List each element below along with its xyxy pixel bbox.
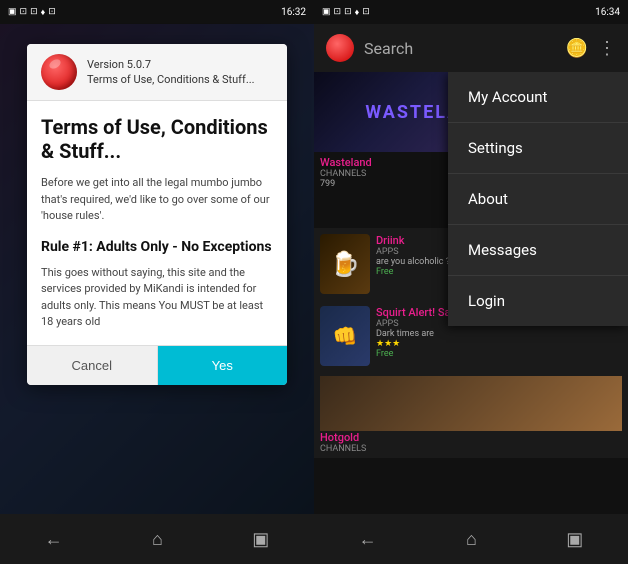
- hotgold-subtitle: CHANNELS: [320, 444, 622, 454]
- dialog-rule-text: This goes without saying, this site and …: [41, 265, 273, 331]
- left-panel: ▣⊡⊡♦⊡ 16:32 Version 5.0.7 Terms of Use, …: [0, 0, 314, 564]
- right-status-bar: ▣⊡⊡♦⊡ 16:34: [314, 0, 628, 24]
- left-status-icons: ▣⊡⊡♦⊡: [8, 7, 56, 18]
- back-icon[interactable]: ←: [45, 529, 63, 550]
- right-back-icon[interactable]: ←: [359, 529, 377, 550]
- hotgold-item: Hotgold CHANNELS: [314, 372, 628, 458]
- right-panel: ▣⊡⊡♦⊡ 16:34 Search 🪙 ⋮ WASTELAND Wastela…: [314, 0, 628, 564]
- dropdown-item-login[interactable]: Login: [448, 276, 628, 326]
- dialog-version: Version 5.0.7: [87, 57, 255, 72]
- toolbar-app-logo: [326, 34, 354, 62]
- hotgold-image: [320, 376, 622, 431]
- recent-icon[interactable]: ▣: [252, 529, 269, 550]
- dropdown-item-my-account[interactable]: My Account: [448, 72, 628, 123]
- left-nav-bar: ← ⌂ ▣: [0, 514, 314, 564]
- dropdown-item-about[interactable]: About: [448, 174, 628, 225]
- app-logo: [41, 54, 77, 90]
- more-icon[interactable]: ⋮: [598, 38, 616, 59]
- right-toolbar: Search 🪙 ⋮: [314, 24, 628, 72]
- dialog-overlay: Version 5.0.7 Terms of Use, Conditions &…: [0, 24, 314, 514]
- squirt-stars: ★★★: [376, 339, 622, 349]
- squirt-image: 👊: [320, 306, 370, 366]
- dialog-header-subtitle: Terms of Use, Conditions & Stuff...: [87, 72, 255, 87]
- right-content: WASTELAND Wasteland CHANNELS 799 👤 Kamas…: [314, 72, 628, 514]
- right-home-icon[interactable]: ⌂: [466, 529, 477, 550]
- yes-button[interactable]: Yes: [158, 346, 288, 385]
- dialog-rule-title: Rule #1: Adults Only - No Exceptions: [41, 239, 273, 255]
- dialog-title: Terms of Use, Conditions & Stuff...: [41, 115, 273, 163]
- left-status-bar: ▣⊡⊡♦⊡ 16:32: [0, 0, 314, 24]
- dialog-header-text: Version 5.0.7 Terms of Use, Conditions &…: [87, 57, 255, 88]
- terms-dialog: Version 5.0.7 Terms of Use, Conditions &…: [27, 44, 287, 385]
- search-text[interactable]: Search: [364, 39, 556, 58]
- left-time: 16:32: [281, 7, 306, 18]
- home-icon[interactable]: ⌂: [152, 529, 163, 550]
- squirt-price: Free: [376, 349, 622, 359]
- squirt-desc: Dark times are: [376, 329, 622, 339]
- hotgold-title: Hotgold: [320, 431, 622, 444]
- right-recent-icon[interactable]: ▣: [566, 529, 583, 550]
- cancel-button[interactable]: Cancel: [27, 346, 158, 385]
- dialog-body-text: Before we get into all the legal mumbo j…: [41, 175, 273, 225]
- right-nav-bar: ← ⌂ ▣: [314, 514, 628, 564]
- dropdown-item-messages[interactable]: Messages: [448, 225, 628, 276]
- drink-image: 🍺: [320, 234, 370, 294]
- coins-icon: 🪙: [566, 38, 588, 59]
- dropdown-menu: My Account Settings About Messages Login: [448, 72, 628, 326]
- dialog-header: Version 5.0.7 Terms of Use, Conditions &…: [27, 44, 287, 101]
- dropdown-item-settings[interactable]: Settings: [448, 123, 628, 174]
- dialog-actions: Cancel Yes: [27, 345, 287, 385]
- right-status-icons: ▣⊡⊡♦⊡: [322, 7, 370, 18]
- right-time: 16:34: [595, 7, 620, 18]
- dialog-body: Terms of Use, Conditions & Stuff... Befo…: [27, 101, 287, 331]
